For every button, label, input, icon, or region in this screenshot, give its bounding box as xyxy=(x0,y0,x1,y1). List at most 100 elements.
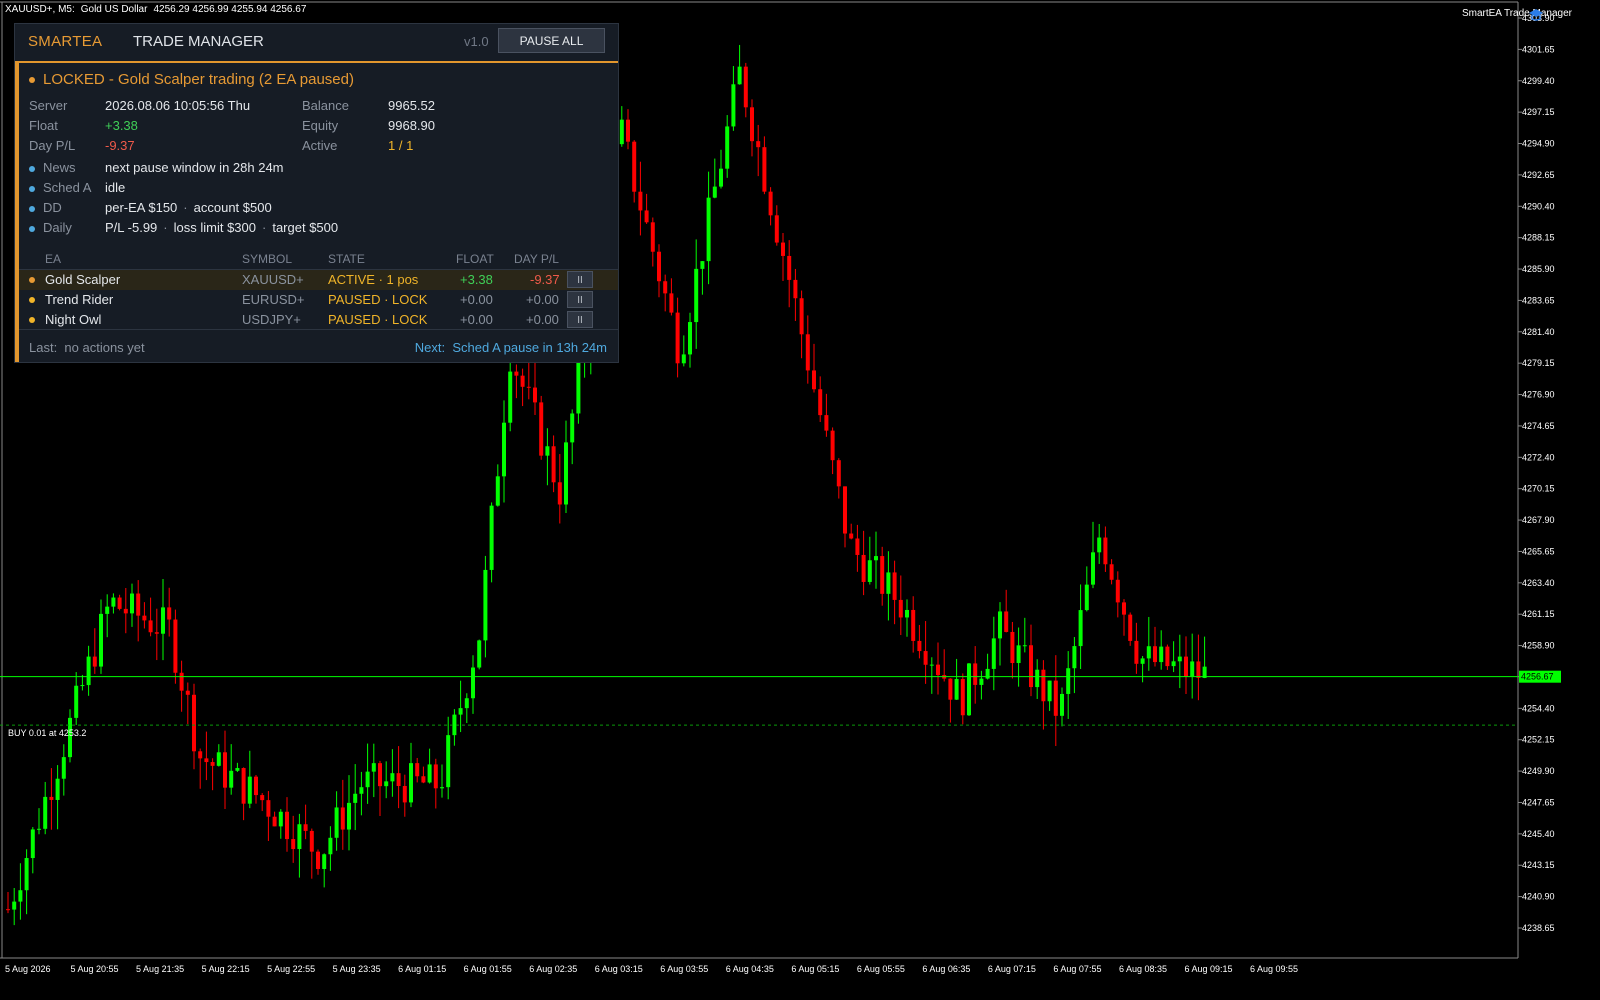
candle-body xyxy=(210,762,215,766)
candle-body xyxy=(1053,680,1058,716)
ea-symbol: EURUSD+ xyxy=(242,292,305,307)
panel-title: TRADE MANAGER xyxy=(133,33,264,50)
ea-name: Gold Scalper xyxy=(45,272,121,287)
candle-body xyxy=(390,773,395,782)
price-tick-label: 4274.65 xyxy=(1522,421,1555,431)
chart-symbol: XAUUSD+, M5: xyxy=(5,4,75,15)
time-tick-label: 6 Aug 03:55 xyxy=(660,964,708,974)
ea-status-dot-icon xyxy=(29,317,35,323)
candle-body xyxy=(880,556,885,594)
ea-state: PAUSED · LOCK xyxy=(328,292,428,307)
ea-daypl: -9.37 xyxy=(530,272,560,287)
candle-body xyxy=(1022,645,1027,647)
price-tick-label: 4254.40 xyxy=(1522,703,1555,713)
candle-body xyxy=(737,66,742,85)
candle-body xyxy=(1010,631,1015,664)
pause-ea-button[interactable]: II xyxy=(567,311,593,328)
daily-target: target $500 xyxy=(272,220,339,235)
pause-all-button[interactable]: PAUSE ALL xyxy=(498,28,605,53)
sched-value: idle xyxy=(105,180,126,195)
candle-body xyxy=(818,389,823,416)
candle-body xyxy=(483,569,488,641)
candle-body xyxy=(650,222,655,252)
server-value: 2026.08.06 10:05:56 Thu xyxy=(105,98,251,113)
ea-state: ACTIVE · 1 pos xyxy=(328,272,419,287)
candle-body xyxy=(923,651,928,665)
candle-body xyxy=(743,66,748,108)
candle-body xyxy=(1128,614,1133,641)
active-label: Active xyxy=(302,138,338,153)
ea-float: +3.38 xyxy=(460,272,493,287)
candle-body xyxy=(905,609,909,618)
candle-body xyxy=(1165,646,1170,667)
dd-dot-icon xyxy=(29,205,35,212)
pause-ea-button[interactable]: II xyxy=(567,291,593,308)
candle-body xyxy=(415,763,420,777)
candle-body xyxy=(1103,537,1108,565)
candle-body xyxy=(787,255,792,280)
candle-body xyxy=(384,781,389,787)
daily-sep-1: · xyxy=(163,220,168,235)
candle-body xyxy=(123,608,128,614)
candle-body xyxy=(396,773,401,786)
candle-body xyxy=(557,482,562,505)
ea-status-dot-icon xyxy=(29,277,35,283)
candle-body xyxy=(458,708,463,715)
candle-body xyxy=(421,776,426,783)
candle-body xyxy=(725,126,730,169)
candle-body xyxy=(508,371,513,423)
candle-body xyxy=(1171,661,1176,667)
candle-body xyxy=(1091,552,1095,585)
candle-body xyxy=(433,764,438,789)
price-tick-label: 4245.40 xyxy=(1522,829,1555,839)
lock-status: LOCKED - Gold Scalper trading (2 EA paus… xyxy=(29,71,354,88)
price-tick-label: 4285.90 xyxy=(1522,264,1555,274)
candle-body xyxy=(929,664,934,666)
equity-label: Equity xyxy=(302,118,339,133)
time-tick-label: 6 Aug 09:15 xyxy=(1184,964,1232,974)
last-value: no actions yet xyxy=(64,340,145,355)
candle-body xyxy=(681,354,686,364)
time-tick-label: 6 Aug 05:15 xyxy=(791,964,839,974)
panel-footer: Last: no actions yet Next: Sched A pause… xyxy=(19,329,618,360)
current-price-label: 4256.67 xyxy=(1521,672,1554,682)
price-tick-label: 4263.40 xyxy=(1522,578,1555,588)
col-daypl: DAY P/L xyxy=(514,252,559,266)
candle-body xyxy=(545,446,550,456)
position-buy-label: BUY 0.01 at 4253.2 xyxy=(8,728,87,738)
candle-body xyxy=(471,667,475,699)
candle-body xyxy=(427,764,432,783)
candle-body xyxy=(979,678,984,685)
candle-body xyxy=(464,698,469,709)
news-label: News xyxy=(43,160,76,175)
dd-value: per-EA $150 · account $500 xyxy=(105,200,272,215)
pause-ea-button[interactable]: II xyxy=(567,271,593,288)
candle-body xyxy=(402,785,407,803)
time-tick-label: 5 Aug 21:35 xyxy=(136,964,184,974)
price-tick-label: 4249.90 xyxy=(1522,766,1555,776)
candle-body xyxy=(520,375,525,387)
ea-row-trend-rider[interactable]: Trend Rider EURUSD+ PAUSED · LOCK +0.00 … xyxy=(19,290,618,310)
time-tick-label: 5 Aug 23:35 xyxy=(333,964,381,974)
candle-body xyxy=(489,505,494,570)
price-tick-label: 4243.15 xyxy=(1522,860,1555,870)
brand-name: SMARTEA xyxy=(28,33,103,50)
ea-symbol: XAUUSD+ xyxy=(242,272,304,287)
candle-body xyxy=(1134,640,1139,664)
price-tick-label: 4294.90 xyxy=(1522,139,1555,149)
status-dot-icon xyxy=(29,77,35,84)
candle-body xyxy=(278,811,283,827)
news-dot-icon xyxy=(29,165,35,172)
candle-body xyxy=(799,298,804,335)
candle-body xyxy=(309,830,314,852)
daily-dot-icon xyxy=(29,225,35,232)
candle-body xyxy=(1035,669,1040,688)
ea-row-night-owl[interactable]: Night Owl USDJPY+ PAUSED · LOCK +0.00 +0… xyxy=(19,310,618,330)
ea-row-gold-scalper[interactable]: Gold Scalper XAUUSD+ ACTIVE · 1 pos +3.3… xyxy=(19,270,618,290)
time-tick-label: 6 Aug 02:35 xyxy=(529,964,577,974)
candle-body xyxy=(409,763,413,803)
ea-daypl: +0.00 xyxy=(526,292,559,307)
candle-body xyxy=(173,619,178,673)
candle-body xyxy=(843,486,847,534)
price-tick-label: 4292.65 xyxy=(1522,170,1555,180)
